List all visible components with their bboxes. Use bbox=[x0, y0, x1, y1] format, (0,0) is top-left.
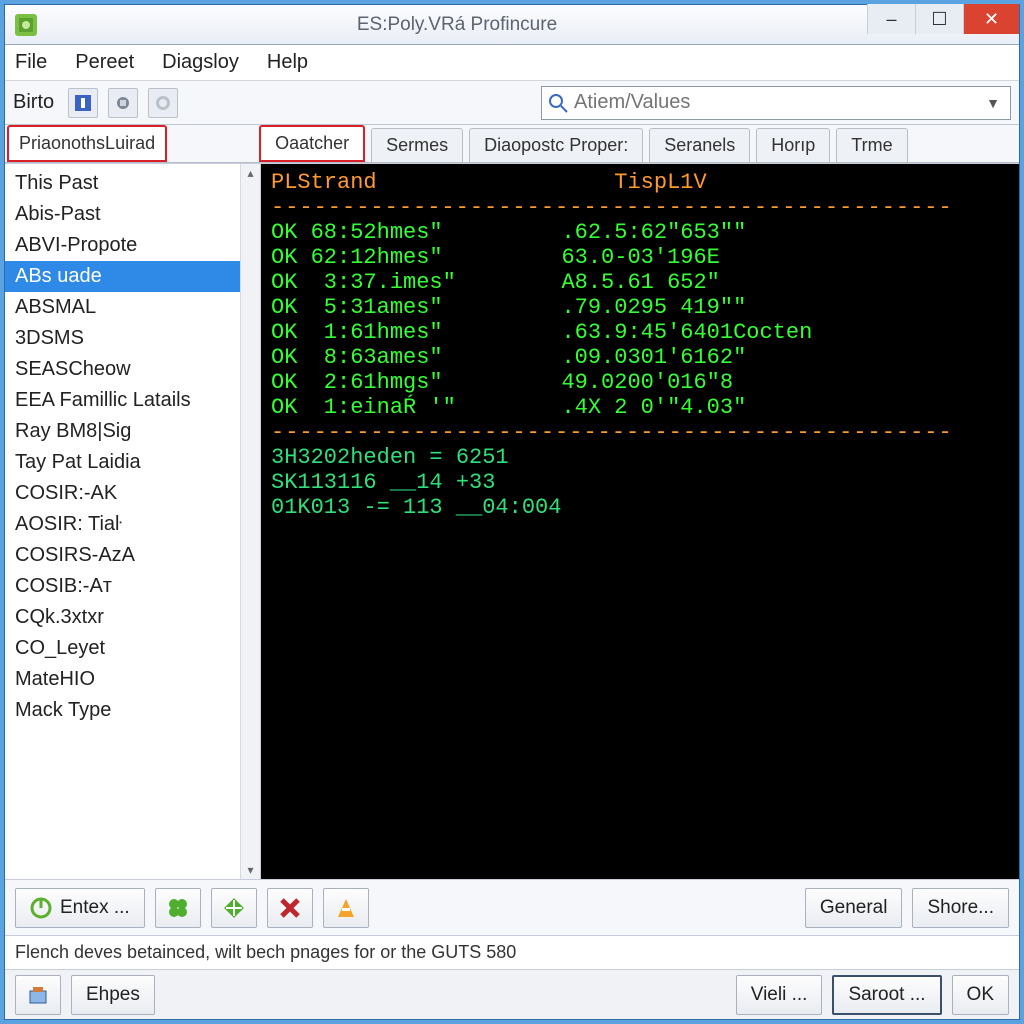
minimize-button[interactable]: – bbox=[867, 4, 915, 34]
menubar: File Pereet Diagsloy Help bbox=[5, 45, 1019, 81]
window-title: ES:Poly.VRá Profincure bbox=[47, 14, 867, 36]
sidebar-item[interactable]: ABs uade bbox=[5, 261, 260, 292]
menu-pereet[interactable]: Pereet bbox=[75, 51, 134, 74]
sidebar-item[interactable]: ABSMAL bbox=[5, 292, 260, 323]
toolbar: Birto ▼ bbox=[5, 81, 1019, 125]
delete-button[interactable] bbox=[267, 888, 313, 928]
scroll-down-icon[interactable]: ▾ bbox=[247, 863, 253, 877]
sidebar-item[interactable]: CO_Leyet bbox=[5, 633, 260, 664]
status-bar: Flench deves betainced, wilt bech pnages… bbox=[5, 935, 1019, 969]
toolbar-label[interactable]: Birto bbox=[13, 91, 54, 114]
sidebar-item[interactable]: COSIRS-AzA bbox=[5, 540, 260, 571]
maximize-button[interactable]: ☐ bbox=[915, 4, 963, 34]
entex-button[interactable]: Entex ... bbox=[15, 888, 145, 928]
sidebar-item[interactable]: CQk.3xtxr bbox=[5, 602, 260, 633]
tool-icon-2[interactable] bbox=[108, 88, 138, 118]
general-button[interactable]: General bbox=[805, 888, 903, 928]
menu-diagsloy[interactable]: Diagsloy bbox=[162, 51, 239, 74]
tab-trme[interactable]: Trme bbox=[836, 128, 907, 162]
menu-help[interactable]: Help bbox=[267, 51, 308, 74]
app-window: ES:Poly.VRá Profincure – ☐ ✕ File Pereet… bbox=[4, 4, 1020, 1020]
sidebar-item[interactable]: SEASCheow bbox=[5, 354, 260, 385]
tab-priaonoths[interactable]: PriaonothsLuirad bbox=[7, 125, 167, 162]
saroot-button[interactable]: Saroot ... bbox=[832, 975, 941, 1015]
sidebar-scrollbar[interactable]: ▴ ▾ bbox=[240, 164, 260, 879]
tab-sermes[interactable]: Sermes bbox=[371, 128, 463, 162]
menu-file[interactable]: File bbox=[15, 51, 47, 74]
main-content: This PastAbis-PastABVI-PropoteABs uadeAB… bbox=[5, 163, 1019, 879]
terminal-output: PLStrand TispL1V -----------------------… bbox=[261, 164, 1019, 879]
diamond-button[interactable] bbox=[211, 888, 257, 928]
status-text: Flench deves betainced, wilt bech pnages… bbox=[15, 942, 516, 963]
sidebar-item[interactable]: Abis-Past bbox=[5, 199, 260, 230]
sidebar-item[interactable]: Ray BM8|Sig bbox=[5, 416, 260, 447]
cone-button[interactable] bbox=[323, 888, 369, 928]
search-box[interactable]: ▼ bbox=[541, 86, 1011, 120]
sidebar-item[interactable]: EEA Famillic Latails bbox=[5, 385, 260, 416]
titlebar: ES:Poly.VRá Profincure – ☐ ✕ bbox=[5, 5, 1019, 45]
app-icon bbox=[15, 14, 37, 36]
ok-button[interactable]: OK bbox=[952, 975, 1009, 1015]
vieli-button[interactable]: Vieli ... bbox=[736, 975, 823, 1015]
tab-horip[interactable]: Horıp bbox=[756, 128, 830, 162]
chevron-down-icon[interactable]: ▼ bbox=[982, 95, 1004, 111]
shore-button[interactable]: Shore... bbox=[912, 888, 1009, 928]
tab-oaatcher[interactable]: Oaatcher bbox=[259, 125, 365, 162]
tab-seranels[interactable]: Seranels bbox=[649, 128, 750, 162]
power-icon bbox=[30, 897, 52, 919]
ehpes-button[interactable]: Ehpes bbox=[71, 975, 155, 1015]
cone-icon bbox=[334, 896, 358, 920]
sidebar-item[interactable]: ABVI-Propote bbox=[5, 230, 260, 261]
footer: Ehpes Vieli ... Saroot ... OK bbox=[5, 969, 1019, 1019]
sidebar: This PastAbis-PastABVI-PropoteABs uadeAB… bbox=[5, 164, 261, 879]
sidebar-item[interactable]: Mack Type bbox=[5, 695, 260, 726]
sidebar-item[interactable]: This Past bbox=[5, 168, 260, 199]
sidebar-item[interactable]: Tay Pat Laidia bbox=[5, 447, 260, 478]
tabstrip: PriaonothsLuirad Oaatcher Sermes Diaopos… bbox=[5, 125, 1019, 163]
sidebar-item[interactable]: 3DSMS bbox=[5, 323, 260, 354]
sidebar-item[interactable]: COSIB:-Aт bbox=[5, 571, 260, 602]
footer-icon-button[interactable] bbox=[15, 975, 61, 1015]
box-icon bbox=[28, 985, 48, 1005]
x-icon bbox=[278, 896, 302, 920]
sidebar-item[interactable]: MateHIO bbox=[5, 664, 260, 695]
scroll-up-icon[interactable]: ▴ bbox=[247, 166, 253, 180]
clover-button[interactable] bbox=[155, 888, 201, 928]
tool-icon-3[interactable] bbox=[148, 88, 178, 118]
tool-icon-1[interactable] bbox=[68, 88, 98, 118]
search-input[interactable] bbox=[574, 91, 982, 114]
clover-icon bbox=[166, 896, 190, 920]
tab-diaopostc[interactable]: Diaopostc Proper: bbox=[469, 128, 643, 162]
action-row: Entex ... General Shore... bbox=[5, 879, 1019, 935]
close-button[interactable]: ✕ bbox=[963, 4, 1019, 34]
diamond-icon bbox=[222, 896, 246, 920]
sidebar-item[interactable]: AOSIR: Tiaŀ bbox=[5, 509, 260, 540]
sidebar-item[interactable]: COSIR:-AK bbox=[5, 478, 260, 509]
search-icon bbox=[548, 93, 568, 113]
